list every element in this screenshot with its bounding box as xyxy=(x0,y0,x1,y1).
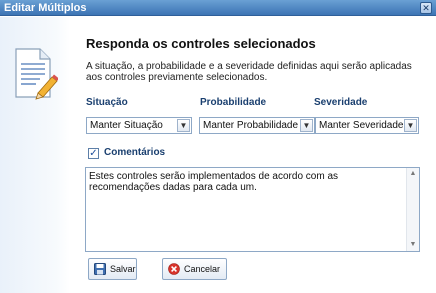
comments-scrollbar[interactable]: ▲ ▼ xyxy=(406,168,419,251)
comments-checkbox[interactable]: ✓ xyxy=(88,148,99,159)
save-button-label: Salvar xyxy=(110,264,136,274)
chevron-down-icon[interactable]: ▼ xyxy=(300,119,313,132)
probabilidade-select-value: Manter Probabilidade xyxy=(203,120,299,131)
comments-text[interactable]: Estes controles serão implementados de a… xyxy=(89,171,399,193)
cancel-button[interactable]: Cancelar xyxy=(162,258,227,280)
left-panel xyxy=(0,17,70,293)
severidade-label: Severidade xyxy=(314,97,368,108)
situacao-label: Situação xyxy=(86,97,128,108)
close-button[interactable]: ✕ xyxy=(420,2,432,14)
probabilidade-label: Probabilidade xyxy=(200,97,267,108)
situacao-select-value: Manter Situação xyxy=(90,120,163,131)
severidade-select[interactable]: Manter Severidade ▼ xyxy=(315,117,419,134)
document-edit-icon xyxy=(15,48,58,100)
page-title: Responda os controles selecionados xyxy=(86,36,316,51)
close-icon: ✕ xyxy=(422,3,430,13)
cancel-button-label: Cancelar xyxy=(184,264,221,274)
probabilidade-select[interactable]: Manter Probabilidade ▼ xyxy=(199,117,315,134)
chevron-down-icon[interactable]: ▼ xyxy=(404,119,417,132)
save-button[interactable]: Salvar xyxy=(88,258,137,280)
scroll-down-icon[interactable]: ▼ xyxy=(407,239,419,251)
comments-label[interactable]: Comentários xyxy=(104,147,165,158)
description-text: A situação, a probabilidade e a severida… xyxy=(86,61,412,83)
floppy-disk-icon xyxy=(94,263,106,275)
cancel-circle-icon xyxy=(168,263,180,275)
severidade-select-value: Manter Severidade xyxy=(319,120,404,131)
dialog-titlebar[interactable]: Editar Múltiplos ✕ xyxy=(0,0,436,16)
scroll-up-icon[interactable]: ▲ xyxy=(407,168,419,180)
chevron-down-icon[interactable]: ▼ xyxy=(177,119,190,132)
dialog-title: Editar Múltiplos xyxy=(4,2,87,14)
comments-textarea[interactable]: Estes controles serão implementados de a… xyxy=(85,167,420,252)
edit-multiple-dialog: Editar Múltiplos ✕ Responda os controles… xyxy=(0,0,436,293)
situacao-select[interactable]: Manter Situação ▼ xyxy=(86,117,192,134)
